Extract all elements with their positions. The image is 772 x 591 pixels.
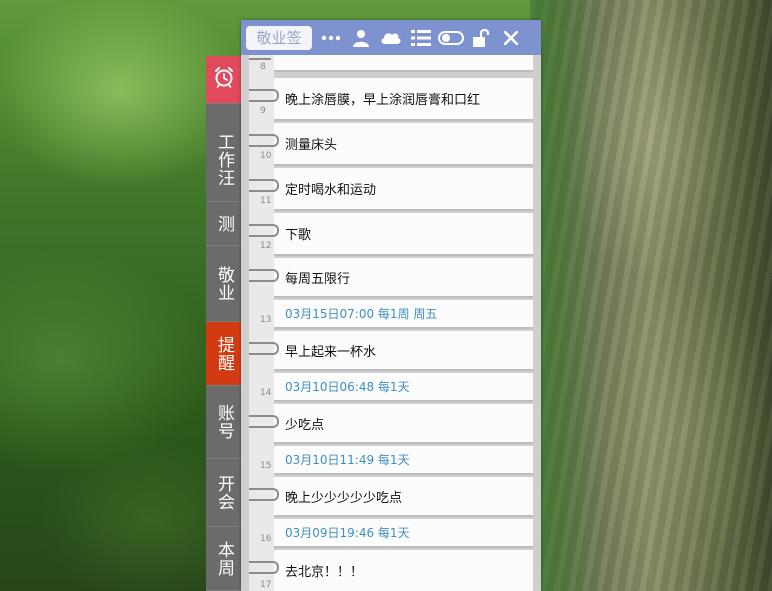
binder-ring: [249, 488, 279, 501]
note-text[interactable]: 早上起来一杯水: [274, 331, 533, 371]
note-text[interactable]: 下歌: [274, 213, 533, 256]
note-text[interactable]: 晚上涂唇膜，早上涂润唇膏和口红: [274, 78, 533, 121]
note-text[interactable]: 晚上少少少少少吃点: [274, 477, 533, 517]
binder-ring: [249, 561, 279, 574]
sidebar-item-remind[interactable]: 提醒: [206, 322, 241, 386]
note-number: 8: [260, 62, 266, 72]
more-icon[interactable]: [316, 20, 346, 55]
app-label-button[interactable]: 敬业签: [246, 25, 312, 50]
sidebar-item-label: 开会: [214, 474, 234, 511]
sidebar-item-this-week[interactable]: 本周: [206, 527, 241, 591]
note-number: 11: [260, 196, 272, 206]
binder-ring: [249, 224, 279, 237]
sidebar-item-reminders[interactable]: [206, 56, 241, 104]
sidebar-item-meeting[interactable]: 开会: [206, 459, 241, 527]
binder-ring: [249, 269, 279, 282]
note-text[interactable]: 少吃点: [274, 404, 533, 444]
reminder-time[interactable]: 03月09日19:46 每1天: [274, 519, 533, 548]
binder-ring: [249, 134, 279, 147]
sidebar-item-work[interactable]: 工作汪: [206, 118, 241, 202]
sidebar-item-label: 工作汪: [214, 132, 234, 187]
notes-panel: 敬业签 … 8: [241, 20, 541, 591]
binder-ring: [249, 89, 279, 102]
binder-ring: [249, 179, 279, 192]
note-number: 12: [260, 241, 272, 251]
list-icon[interactable]: [406, 20, 436, 55]
note-number: 16: [260, 534, 272, 544]
note-number: 9: [260, 106, 266, 116]
alarm-clock-icon: [213, 66, 235, 93]
reminder-time[interactable]: 03月10日11:49 每1天: [274, 446, 533, 475]
note-number: 17: [260, 580, 272, 590]
binder-ring: [249, 342, 279, 355]
toggle-icon[interactable]: [436, 20, 466, 55]
binder-ring: [249, 58, 271, 60]
reminder-time[interactable]: 03月15日07:00 每1周 周五: [274, 300, 533, 329]
sidebar-item-label: 测: [214, 214, 234, 233]
note-number: 10: [260, 151, 272, 161]
sidebar-item-test[interactable]: 测: [206, 202, 241, 246]
reminder-time[interactable]: 03月10日06:48 每1天: [274, 373, 533, 402]
note-number: 14: [260, 388, 272, 398]
sidebar-item-account[interactable]: 账号: [206, 386, 241, 459]
sidebar-item-label: 提醒: [214, 335, 234, 372]
sidebar-item-label: 本周: [214, 540, 234, 577]
note-text[interactable]: 测量床头: [274, 123, 533, 166]
note-text[interactable]: …: [274, 55, 533, 72]
sidebar-item-jingye[interactable]: 敬业: [206, 246, 241, 322]
binder-ring: [249, 415, 279, 428]
lock-icon[interactable]: [466, 20, 496, 55]
sidebar-item-label: 账号: [214, 404, 234, 440]
user-icon[interactable]: [346, 20, 376, 55]
note-text[interactable]: 每周五限行: [274, 258, 533, 298]
note-number: 15: [260, 461, 272, 471]
note-text[interactable]: 定时喝水和运动: [274, 168, 533, 211]
category-sidebar: 工作汪 测 敬业 提醒 账号 开会 本周: [206, 56, 241, 591]
close-icon[interactable]: [496, 20, 526, 55]
toolbar: 敬业签: [241, 20, 541, 55]
sidebar-item-label: 敬业: [214, 265, 234, 302]
notes-list[interactable]: … 8 晚上涂唇膜，早上涂润唇膏和口红 9 测量床头 10 定时喝水和运动 11: [241, 55, 541, 591]
cloud-icon[interactable]: [376, 20, 406, 55]
note-text[interactable]: 去北京！！！: [274, 550, 533, 591]
note-number: 13: [260, 315, 272, 325]
